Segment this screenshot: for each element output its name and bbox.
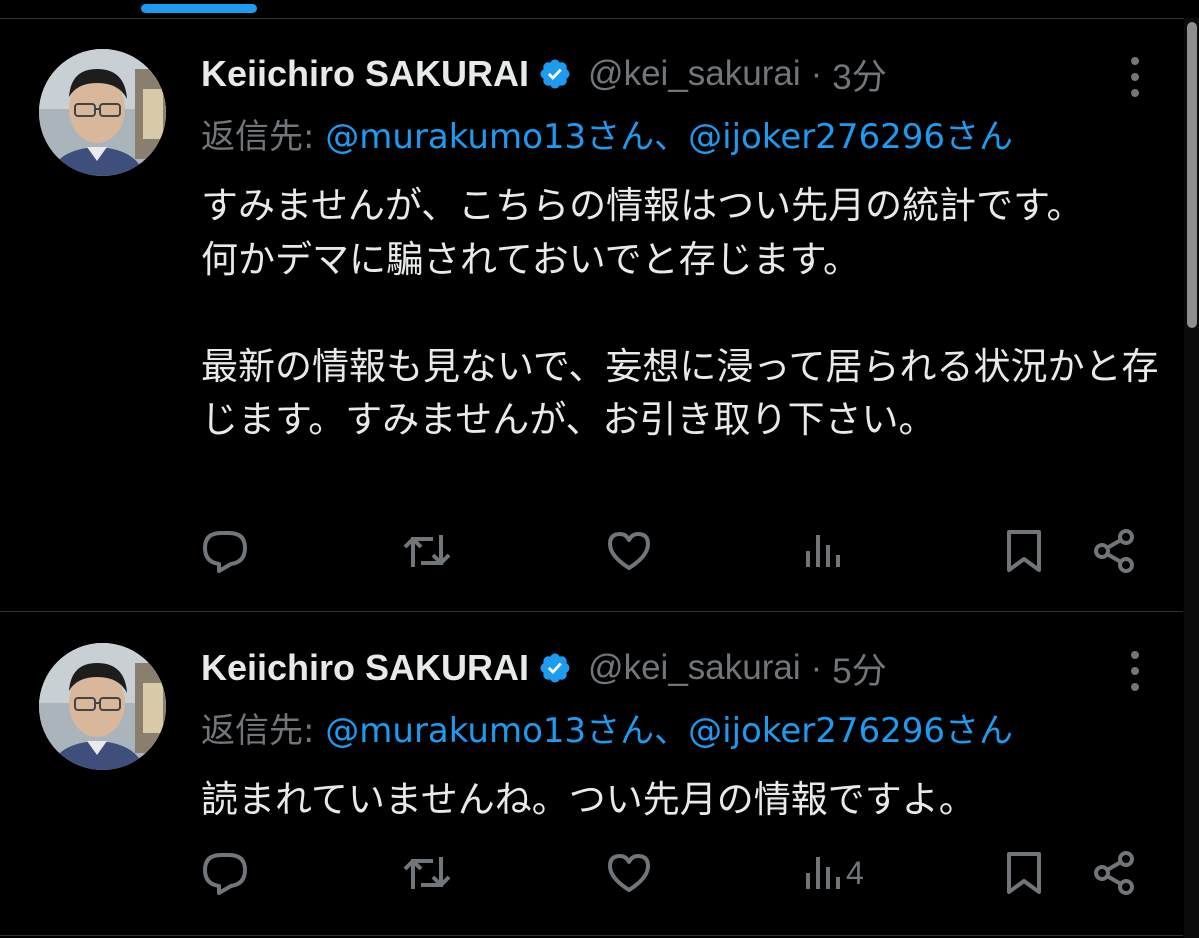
views-bar-chart-icon bbox=[802, 853, 842, 893]
share-icon bbox=[1090, 849, 1138, 897]
timestamp[interactable]: 5分 bbox=[832, 643, 886, 694]
bookmark-icon bbox=[1004, 850, 1044, 896]
heart-icon bbox=[606, 530, 652, 572]
bookmark-button[interactable] bbox=[1004, 843, 1044, 903]
reply-button[interactable] bbox=[201, 843, 249, 903]
separator-dot: · bbox=[810, 648, 823, 687]
reply-prefix: 返信先: bbox=[201, 711, 315, 751]
share-icon bbox=[1090, 527, 1138, 575]
mention-link[interactable]: @murakumo13さん bbox=[325, 711, 654, 751]
heart-icon bbox=[606, 852, 652, 894]
views-button[interactable] bbox=[802, 521, 846, 581]
active-tab-indicator bbox=[141, 4, 257, 13]
tweet-header: Keiichiro SAKURAI @kei_sakurai · 3分 bbox=[201, 51, 887, 97]
retweet-button[interactable] bbox=[401, 521, 453, 581]
scrollbar-thumb[interactable] bbox=[1187, 22, 1197, 328]
tweet-text: 読まれていませんね。つい先月の情報ですよ。 bbox=[201, 778, 976, 821]
share-button[interactable] bbox=[1090, 521, 1138, 581]
tweet-text: すみませんが、こちらの情報はつい先月の統計です。 何かデマに騙されておいでと存じ… bbox=[201, 184, 1159, 441]
share-button[interactable] bbox=[1090, 843, 1138, 903]
reply-bubble-icon bbox=[201, 529, 249, 573]
reply-context: 返信先: @murakumo13さん、@ijoker276296さん bbox=[201, 709, 1013, 753]
retweet-button[interactable] bbox=[401, 843, 453, 903]
more-vertical-icon[interactable] bbox=[1124, 649, 1146, 693]
reply-bubble-icon bbox=[201, 851, 249, 895]
avatar[interactable] bbox=[39, 643, 166, 770]
top-tab-bar bbox=[0, 0, 1199, 19]
action-bar bbox=[0, 521, 1183, 581]
more-vertical-icon[interactable] bbox=[1124, 55, 1146, 99]
views-count: 4 bbox=[846, 854, 864, 891]
reply-context: 返信先: @murakumo13さん、@ijoker276296さん bbox=[201, 115, 1013, 159]
retweet-icon bbox=[401, 851, 453, 895]
bookmark-button[interactable] bbox=[1004, 521, 1044, 581]
action-bar: 4 bbox=[0, 843, 1183, 903]
avatar[interactable] bbox=[39, 49, 166, 176]
like-button[interactable] bbox=[606, 843, 652, 903]
mention-separator: 、 bbox=[654, 711, 689, 751]
timestamp[interactable]: 3分 bbox=[832, 49, 886, 100]
author-name[interactable]: Keiichiro SAKURAI bbox=[201, 647, 529, 689]
reply-prefix: 返信先: bbox=[201, 117, 315, 157]
retweet-icon bbox=[401, 529, 453, 573]
bookmark-icon bbox=[1004, 528, 1044, 574]
mention-link[interactable]: @ijoker276296さん bbox=[688, 117, 1013, 157]
tweet[interactable]: Keiichiro SAKURAI @kei_sakurai · 3分 返信先:… bbox=[0, 19, 1183, 612]
views-bar-chart-icon bbox=[802, 531, 842, 571]
tweet[interactable]: Keiichiro SAKURAI @kei_sakurai · 5分 返信先:… bbox=[0, 613, 1183, 936]
like-button[interactable] bbox=[606, 521, 652, 581]
author-handle[interactable]: @kei_sakurai bbox=[588, 648, 801, 688]
mention-link[interactable]: @murakumo13さん bbox=[325, 117, 654, 157]
verified-badge-icon bbox=[538, 57, 572, 91]
separator-dot: · bbox=[810, 54, 823, 93]
author-name[interactable]: Keiichiro SAKURAI bbox=[201, 53, 529, 95]
author-handle[interactable]: @kei_sakurai bbox=[588, 54, 801, 94]
mention-separator: 、 bbox=[654, 117, 689, 157]
tweet-header: Keiichiro SAKURAI @kei_sakurai · 5分 bbox=[201, 645, 887, 691]
mention-link[interactable]: @ijoker276296さん bbox=[688, 711, 1013, 751]
reply-button[interactable] bbox=[201, 521, 249, 581]
verified-badge-icon bbox=[538, 651, 572, 685]
views-button[interactable]: 4 bbox=[802, 843, 864, 903]
